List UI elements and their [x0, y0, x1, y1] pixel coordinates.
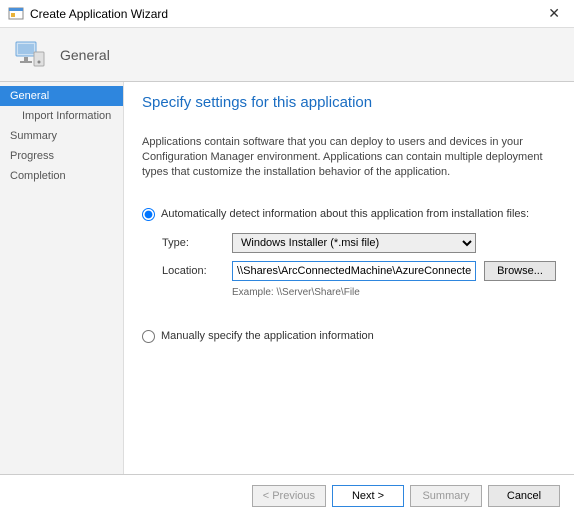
radio-auto-label: Automatically detect information about t…	[161, 208, 529, 220]
browse-button[interactable]: Browse...	[484, 261, 556, 281]
footer: < Previous Next > Summary Cancel	[0, 474, 574, 516]
type-select[interactable]: Windows Installer (*.msi file)	[232, 233, 476, 253]
location-example: Example: \\Server\Share\File	[232, 287, 556, 298]
sidebar-step-summary[interactable]: Summary	[0, 126, 123, 146]
page-title: Specify settings for this application	[142, 94, 556, 111]
radio-row-auto[interactable]: Automatically detect information about t…	[142, 208, 556, 221]
sidebar-step-progress[interactable]: Progress	[0, 146, 123, 166]
location-input[interactable]	[232, 261, 476, 281]
wizard-body: General Import Information Summary Progr…	[0, 82, 574, 474]
form-grid: Type: Windows Installer (*.msi file) Loc…	[162, 233, 556, 298]
radio-manual-specify[interactable]	[142, 330, 155, 343]
app-icon	[8, 6, 24, 22]
computer-icon	[14, 38, 48, 72]
sidebar-step-general[interactable]: General	[0, 86, 123, 106]
titlebar: Create Application Wizard ✕	[0, 0, 574, 28]
close-icon[interactable]: ✕	[542, 5, 566, 22]
content-pane: Specify settings for this application Ap…	[124, 82, 574, 474]
summary-button: Summary	[410, 485, 482, 507]
location-label: Location:	[162, 265, 224, 277]
radio-row-manual[interactable]: Manually specify the application informa…	[142, 330, 556, 343]
header-band: General	[0, 28, 574, 82]
previous-button: < Previous	[252, 485, 326, 507]
type-label: Type:	[162, 237, 224, 249]
sidebar-step-import-information[interactable]: Import Information	[0, 106, 123, 126]
window-title: Create Application Wizard	[30, 7, 542, 21]
radio-auto-detect[interactable]	[142, 208, 155, 221]
sidebar: General Import Information Summary Progr…	[0, 82, 124, 474]
page-description: Applications contain software that you c…	[142, 135, 556, 180]
radio-manual-label: Manually specify the application informa…	[161, 330, 374, 342]
cancel-button[interactable]: Cancel	[488, 485, 560, 507]
next-button[interactable]: Next >	[332, 485, 404, 507]
header-heading: General	[60, 47, 110, 63]
sidebar-step-completion[interactable]: Completion	[0, 166, 123, 186]
